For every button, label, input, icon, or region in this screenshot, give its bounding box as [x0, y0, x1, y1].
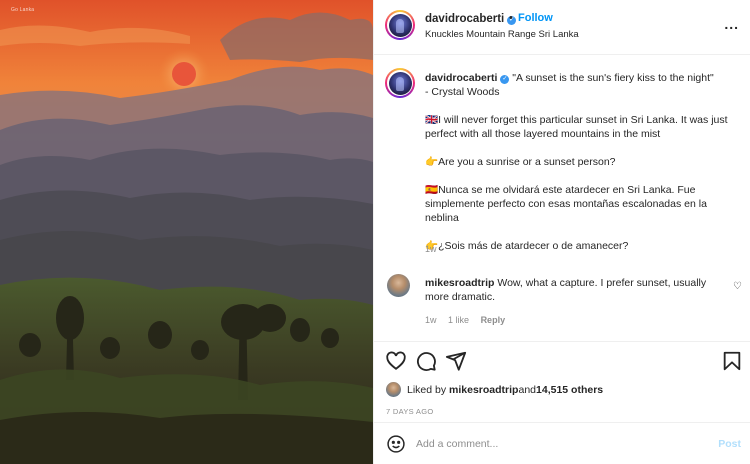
post-date[interactable]: 7 DAYS AGO [386, 407, 433, 416]
add-comment-input[interactable] [416, 434, 696, 454]
smiley-icon[interactable] [386, 434, 406, 454]
comment-timestamp[interactable]: 1w [425, 315, 437, 325]
comment-meta: 1w 1 like Reply [425, 315, 514, 325]
author-username-text[interactable]: davidrocaberti [425, 13, 504, 25]
commenter-username[interactable]: mikesroadtrip [425, 277, 494, 289]
follow-button[interactable]: Follow [518, 12, 553, 24]
caption-timestamp[interactable]: 1w [425, 244, 437, 254]
add-comment-bar: Post [374, 422, 750, 464]
caption-paragraph-en: 🇬🇧I will never forget this particular su… [425, 114, 728, 140]
caption-username[interactable]: davidrocaberti [425, 72, 497, 84]
author-avatar[interactable] [385, 10, 415, 40]
photo-watermark: Go Lanka [11, 7, 35, 13]
paper-plane-icon[interactable] [445, 350, 467, 372]
post-header: davidrocaberti ✓ • Follow Knuckles Mounta… [374, 0, 750, 55]
likes-prefix: Liked by [407, 383, 447, 396]
caption-author-avatar[interactable] [385, 68, 415, 98]
comment-like-count[interactable]: 1 like [448, 315, 469, 325]
liker-avatar[interactable] [386, 382, 401, 397]
likes-summary: Liked by mikesroadtrip and 14,515 others [386, 382, 603, 397]
commenter-avatar[interactable] [387, 274, 410, 297]
caption-quote: "A sunset is the sun's fiery kiss to the… [509, 72, 714, 84]
post-comment-button[interactable]: Post [718, 438, 741, 450]
comment-like-heart-icon[interactable]: ♡ [733, 281, 742, 292]
likes-others-link[interactable]: 14,515 others [536, 384, 603, 396]
more-options-icon[interactable]: ... [724, 16, 739, 32]
comment-bubble-icon[interactable] [415, 350, 437, 372]
post-caption: davidrocaberti ✓ "A sunset is the sun's f… [425, 71, 737, 253]
heart-icon[interactable] [385, 350, 407, 372]
comment-item: mikesroadtrip Wow, what a capture. I pre… [425, 276, 715, 304]
bookmark-icon[interactable] [721, 350, 743, 372]
author-username[interactable]: davidrocaberti ✓ [425, 13, 517, 25]
caption-question-es: 👉¿Sois más de atardecer o de amanecer? [425, 240, 629, 252]
post-photo[interactable]: Go Lanka [0, 0, 373, 464]
comments-section[interactable]: davidrocaberti ✓ "A sunset is the sun's f… [374, 56, 750, 341]
liker-username[interactable]: mikesroadtrip [449, 384, 518, 396]
separator-dot: • [509, 12, 513, 24]
caption-question-en: 👉Are you a sunrise or a sunset person? [425, 156, 616, 168]
sunset-mountains-image [0, 0, 373, 464]
post-location[interactable]: Knuckles Mountain Range Sri Lanka [425, 29, 579, 40]
likes-middle: and [518, 383, 537, 396]
caption-quote-author: - Crystal Woods [425, 86, 500, 98]
caption-paragraph-es: 🇪🇸Nunca se me olvidará este atardecer en… [425, 184, 707, 224]
reply-button[interactable]: Reply [481, 315, 506, 325]
caption-verified-badge-icon: ✓ [500, 75, 510, 84]
post-side-panel: davidrocaberti ✓ • Follow Knuckles Mounta… [373, 0, 750, 464]
